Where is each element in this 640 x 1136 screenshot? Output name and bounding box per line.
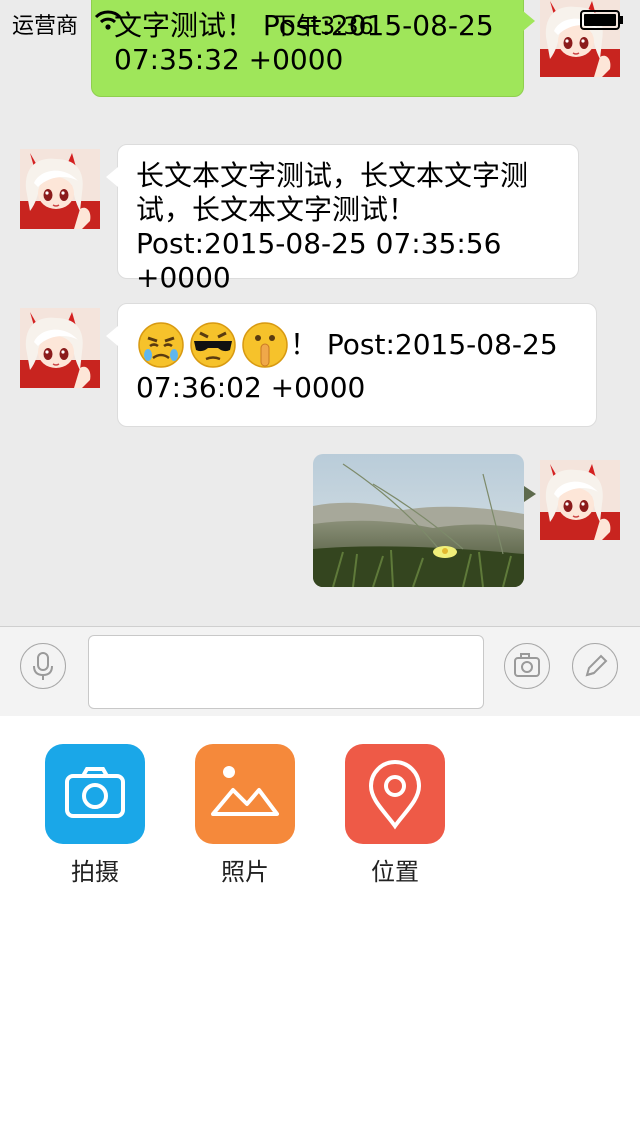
cool-face-icon	[190, 322, 236, 368]
carrier-label: 运营商	[12, 14, 79, 39]
attachment-panel: 拍摄 照片 位置	[0, 716, 640, 1136]
photo-tile[interactable]	[195, 744, 295, 844]
message-bubble-incoming[interactable]: 长文本文字测试，长文本文字测试，长文本文字测试！Post:2015-08-25 …	[106, 144, 579, 294]
shush-face-icon	[242, 322, 288, 368]
location-icon	[368, 760, 422, 830]
photo-beach-grass-flower	[313, 454, 524, 587]
avatar-other[interactable]	[20, 149, 100, 229]
location-tile[interactable]	[345, 744, 445, 844]
status-time: 下午3:36	[272, 12, 374, 40]
message-image[interactable]	[313, 454, 524, 587]
wifi-icon	[94, 10, 122, 30]
edit-button[interactable]	[572, 643, 618, 689]
status-bar: 运营商 下午3:36	[0, 0, 640, 40]
tool-label: 拍摄	[71, 858, 119, 886]
message-input[interactable]	[88, 635, 484, 709]
battery-icon	[580, 10, 623, 30]
photo-icon	[211, 766, 279, 816]
pencil-icon	[585, 654, 608, 677]
tool-camera[interactable]: 拍摄	[45, 744, 145, 887]
avatar-self[interactable]	[540, 460, 620, 540]
camera-icon	[65, 767, 125, 818]
avatar-other[interactable]	[20, 308, 100, 388]
tool-label: 照片	[221, 858, 269, 886]
message-bubble-incoming[interactable]: ！ Post:2015-08-25 07:36:02 +0000	[106, 303, 597, 427]
tool-label: 位置	[371, 858, 419, 886]
crying-face-icon	[138, 322, 184, 368]
microphone-icon	[33, 652, 53, 680]
tool-photo[interactable]: 照片	[195, 744, 295, 887]
message-text: 长文本文字测试，长文本文字测试，长文本文字测试！Post:2015-08-25 …	[136, 159, 529, 294]
tool-location[interactable]: 位置	[345, 744, 445, 887]
camera-icon	[514, 653, 540, 677]
image-bubble-tail	[524, 486, 536, 502]
voice-button[interactable]	[20, 643, 66, 689]
chat-input-bar	[0, 626, 640, 717]
camera-button[interactable]	[504, 643, 550, 689]
camera-tile[interactable]	[45, 744, 145, 844]
